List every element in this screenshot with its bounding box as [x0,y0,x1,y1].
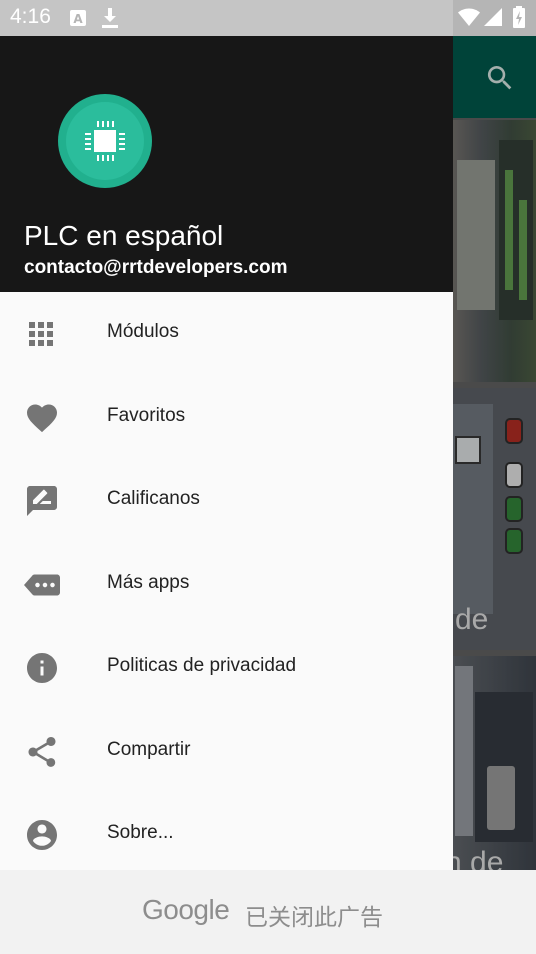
chip-icon [85,121,125,161]
battery-charging-icon [513,6,525,28]
menu-item-label: Calificanos [107,488,200,509]
info-icon [27,653,57,683]
drawer-header: PLC en español contacto@rrtdevelopers.co… [0,36,453,292]
menu-item-label: Favoritos [107,404,186,426]
ad-banner[interactable]: Google 已关闭此广告 [0,870,536,954]
menu-item-mas-apps[interactable]: Más apps [0,543,453,627]
menu-item-sobre[interactable]: Sobre... [0,793,453,870]
app-title: PLC en español [24,220,224,251]
rate-review-icon [27,486,57,516]
ad-closed-text: 已关闭此广告 [245,904,383,930]
menu-item-label: Sobre... [107,822,174,843]
menu-item-privacidad[interactable]: Politicas de privacidad [0,626,453,710]
account-circle-icon [27,820,57,850]
drawer-scrim[interactable] [453,36,536,870]
menu-item-label: Politicas de privacidad [107,655,297,676]
grid-icon [29,322,53,346]
navigation-drawer: PLC en español contacto@rrtdevelopers.co… [0,36,453,870]
menu-item-compartir[interactable]: Compartir [0,710,453,794]
svg-text:A: A [73,12,83,26]
menu-item-modulos[interactable]: Módulos [0,292,453,376]
keyboard-a-icon: A [70,10,86,26]
menu-item-calificanos[interactable]: Calificanos [0,459,453,543]
menu-item-label: Compartir [107,738,191,760]
status-bar: 4:16 A [0,0,536,36]
wifi-icon [458,8,480,26]
menu-item-label: Módulos [107,321,179,342]
menu-item-label: Más apps [107,571,190,593]
drawer-menu: Módulos Favoritos Calificanos Más apps P [0,292,453,870]
contact-email: contacto@rrtdevelopers.com [24,257,288,278]
status-time: 4:16 [10,5,51,28]
heart-icon [27,404,57,432]
app-logo [58,94,152,188]
more-tag-icon [24,574,60,595]
share-icon [28,736,56,767]
menu-item-favoritos[interactable]: Favoritos [0,376,453,460]
download-icon [102,8,118,28]
signal-icon [484,8,502,26]
google-logo: Google [142,894,230,925]
